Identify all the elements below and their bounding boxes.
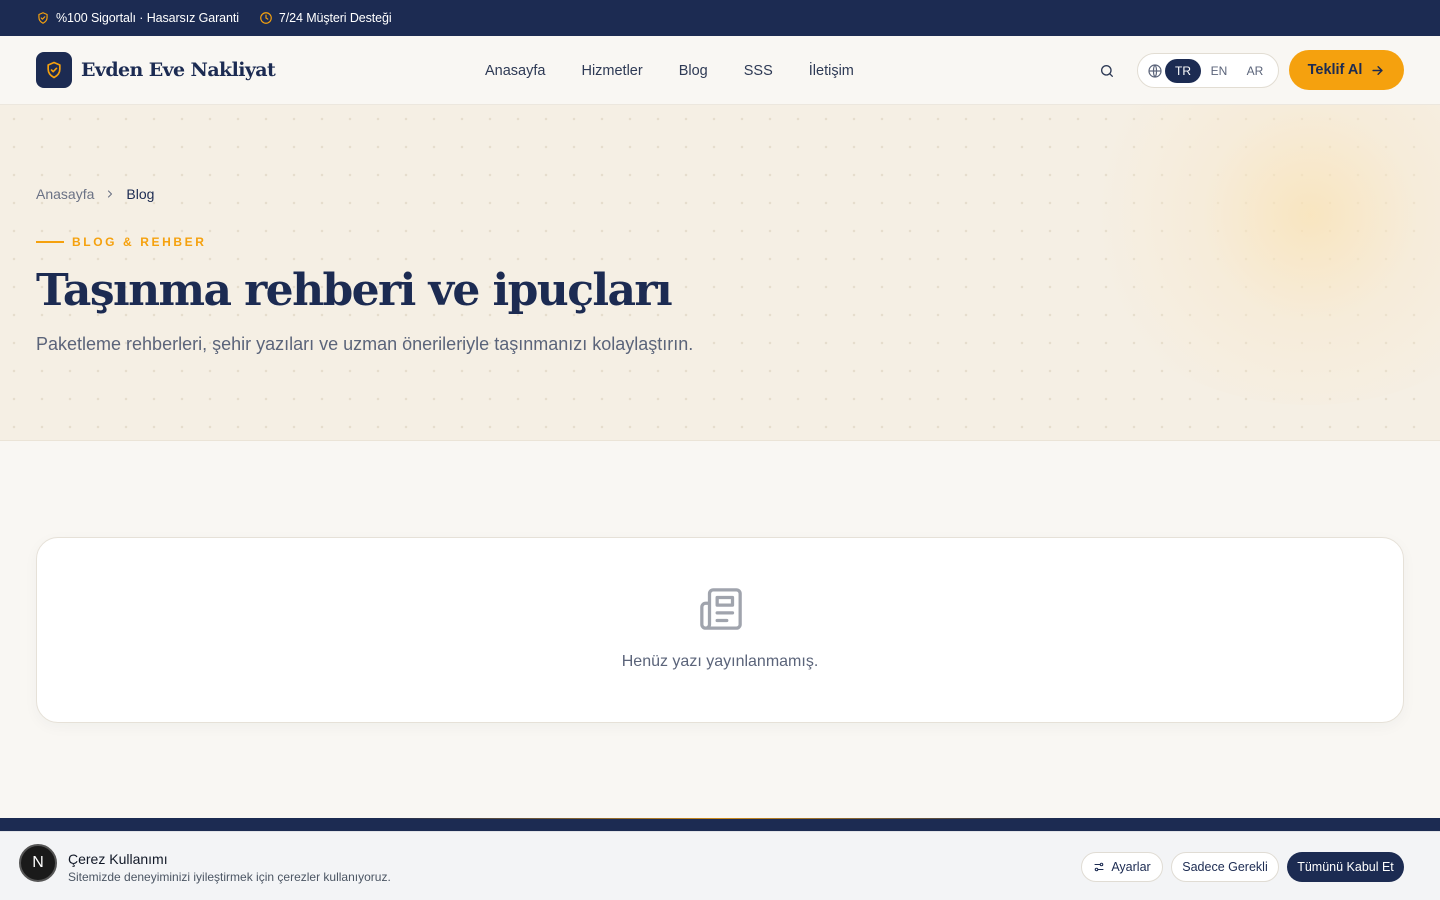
arrow-right-icon bbox=[1372, 65, 1384, 75]
get-quote-button[interactable]: Teklif Al bbox=[1289, 50, 1404, 90]
clock-icon bbox=[260, 12, 272, 24]
insurance-guarantee: %100 Sigortalı · Hasarsız Garanti bbox=[36, 11, 239, 25]
shield-check-icon bbox=[38, 12, 48, 24]
cookie-settings-button[interactable]: Ayarlar bbox=[1081, 852, 1163, 882]
footer-top-edge bbox=[0, 818, 1440, 832]
empty-posts-card: Henüz yazı yayınlanmamış. bbox=[36, 537, 1404, 723]
search-icon bbox=[1101, 65, 1113, 77]
sliders-icon bbox=[1094, 862, 1104, 872]
nav-item-faq[interactable]: SSS bbox=[744, 63, 773, 79]
insurance-guarantee-label: %100 Sigortalı · Hasarsız Garanti bbox=[56, 11, 239, 25]
cookie-avatar: N bbox=[19, 844, 57, 882]
nav-item-contact[interactable]: İletişim bbox=[809, 63, 854, 79]
breadcrumb-current: Blog bbox=[126, 186, 155, 202]
empty-state-message: Henüz yazı yayınlanmamış. bbox=[621, 653, 819, 670]
main-navigation: Anasayfa Hizmetler Blog SSS İletişim bbox=[485, 36, 854, 105]
nav-item-services[interactable]: Hizmetler bbox=[581, 63, 642, 79]
globe-icon bbox=[1148, 63, 1162, 78]
cookie-banner: N Çerez Kullanımı Sitemizde deneyiminizi… bbox=[0, 831, 1440, 900]
shield-check-icon bbox=[47, 61, 61, 79]
cookie-title: Çerez Kullanımı bbox=[68, 851, 168, 867]
cookie-settings-label: Ayarlar bbox=[1111, 860, 1151, 874]
blog-hero: Anasayfa Blog BLOG & REHBER Taşınma rehb… bbox=[0, 105, 1440, 441]
section-eyebrow: BLOG & REHBER bbox=[36, 235, 206, 249]
eyebrow-label: BLOG & REHBER bbox=[72, 235, 207, 249]
nav-item-home[interactable]: Anasayfa bbox=[485, 63, 545, 79]
page-subtitle: Paketleme rehberleri, şehir yazıları ve … bbox=[36, 334, 694, 354]
support-hours: 7/24 Müşteri Desteği bbox=[259, 11, 392, 25]
cookie-description: Sitemizde deneyiminizi iyileştirmek için… bbox=[68, 870, 391, 884]
language-option-ar[interactable]: AR bbox=[1237, 59, 1273, 83]
language-switcher: TR EN AR bbox=[1137, 53, 1279, 88]
language-option-tr[interactable]: TR bbox=[1165, 58, 1201, 83]
get-quote-label: Teklif Al bbox=[1307, 62, 1363, 78]
hero-decoration bbox=[1070, 105, 1440, 405]
site-logo[interactable]: Evden Eve Nakliyat bbox=[36, 52, 276, 88]
eyebrow-line bbox=[36, 241, 64, 243]
nav-item-blog[interactable]: Blog bbox=[679, 63, 708, 79]
logo-mark bbox=[36, 52, 72, 88]
breadcrumb: Anasayfa Blog bbox=[36, 186, 154, 202]
chevron-right-icon bbox=[108, 190, 113, 198]
site-header: Evden Eve Nakliyat Anasayfa Hizmetler Bl… bbox=[0, 36, 1440, 105]
language-option-en[interactable]: EN bbox=[1201, 59, 1237, 83]
search-button[interactable] bbox=[1096, 60, 1118, 82]
cookie-necessary-button[interactable]: Sadece Gerekli bbox=[1171, 852, 1279, 882]
top-announcement-bar: %100 Sigortalı · Hasarsız Garanti 7/24 M… bbox=[0, 0, 1440, 36]
page-title: Taşınma rehberi ve ipuçları bbox=[36, 265, 673, 316]
newspaper-icon bbox=[700, 588, 742, 630]
logo-text: Evden Eve Nakliyat bbox=[81, 59, 276, 81]
cookie-accept-all-button[interactable]: Tümünü Kabul Et bbox=[1287, 852, 1404, 882]
breadcrumb-home[interactable]: Anasayfa bbox=[36, 186, 94, 202]
support-hours-label: 7/24 Müşteri Desteği bbox=[278, 11, 392, 25]
